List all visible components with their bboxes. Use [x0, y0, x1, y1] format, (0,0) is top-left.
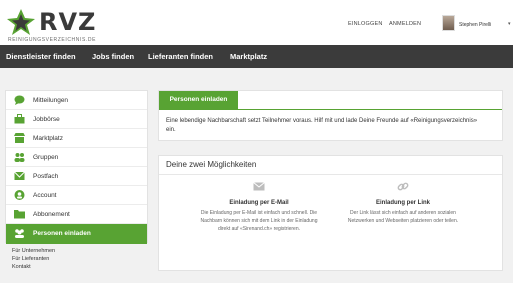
sidebar-item-jobboerse[interactable]: Jobbörse [6, 110, 147, 129]
link-fuer-lieferanten[interactable]: Für Lieferanten [12, 255, 55, 263]
sidebar-item-marktplatz[interactable]: Marktplatz [6, 129, 147, 148]
message-icon [14, 95, 25, 105]
sidebar-item-abbonement[interactable]: Abbonement [6, 205, 147, 224]
nav-jobs[interactable]: Jobs finden [92, 45, 134, 68]
main-nav: Dienstleister finden Jobs finden Liefera… [0, 45, 513, 68]
option-email-text: Die Einladung per E-Mail ist einfach und… [200, 210, 318, 232]
tab-personen-einladen[interactable]: Personen einladen [159, 91, 238, 109]
user-name: Stephen Pirelli [459, 22, 492, 28]
sidebar-item-account[interactable]: Account [6, 186, 147, 205]
nav-marktplatz[interactable]: Marktplatz [230, 45, 267, 68]
link-fuer-unternehmen[interactable]: Für Unternehmen [12, 247, 55, 255]
briefcase-icon [14, 114, 25, 124]
sidebar-item-label: Account [33, 192, 57, 199]
logo-subtitle: REINIGUNGSVERZEICHNIS.DE [8, 37, 97, 43]
sidebar-item-personen-einladen[interactable]: Personen einladen [6, 224, 147, 244]
option-link-text: Der Link lässt sich einfach auf anderen … [347, 210, 459, 224]
nav-dienstleister[interactable]: Dienstleister finden [6, 45, 76, 68]
sidebar-item-label: Marktplatz [33, 135, 63, 142]
sidebar-item-label: Abbonement [33, 211, 70, 218]
sidebar-item-label: Mitteilungen [33, 97, 69, 104]
user-icon [14, 190, 25, 200]
mail-icon [14, 171, 25, 180]
envelope-icon [253, 182, 265, 191]
sidebar-item-label: Postfach [33, 173, 59, 180]
link-icon [397, 182, 409, 191]
options-title: Deine zwei Möglichkeiten [166, 160, 257, 169]
avatar [442, 15, 455, 31]
sidebar-item-mitteilungen[interactable]: Mitteilungen [6, 91, 147, 110]
login-link[interactable]: EINLOGGEN [348, 21, 383, 27]
register-link[interactable]: ANMELDEN [389, 21, 421, 27]
option-email-title: Einladung per E-Mail [229, 200, 289, 206]
chevron-down-icon: ▾ [508, 21, 511, 27]
invite-intro-text: Eine lebendige Nachbarschaft setzt Teiln… [166, 118, 478, 133]
sidebar-item-label: Jobbörse [33, 116, 60, 123]
sidebar: Mitteilungen Jobbörse Marktplatz Gruppen… [5, 90, 148, 244]
folder-icon [14, 210, 25, 219]
link-kontakt[interactable]: Kontakt [12, 263, 55, 271]
header: RVZ REINIGUNGSVERZEICHNIS.DE EINLOGGEN A… [0, 0, 513, 45]
nav-lieferanten[interactable]: Lieferanten finden [148, 45, 213, 68]
sidebar-item-gruppen[interactable]: Gruppen [6, 148, 147, 167]
option-link-title: Einladung per Link [375, 200, 430, 206]
sidebar-item-label: Gruppen [33, 154, 59, 161]
sidebar-footer-links: Für Unternehmen Für Lieferanten Kontakt [12, 247, 55, 271]
options-panel: Deine zwei Möglichkeiten Einladung per E… [158, 155, 503, 271]
sidebar-item-label: Personen einladen [33, 230, 91, 237]
invite-panel: Personen einladen Eine lebendige Nachbar… [158, 90, 503, 141]
divider [159, 174, 502, 175]
shop-icon [14, 133, 25, 143]
sidebar-item-postfach[interactable]: Postfach [6, 167, 147, 186]
tab-underline [159, 109, 502, 110]
group-icon [14, 153, 25, 162]
invite-icon [15, 229, 24, 238]
